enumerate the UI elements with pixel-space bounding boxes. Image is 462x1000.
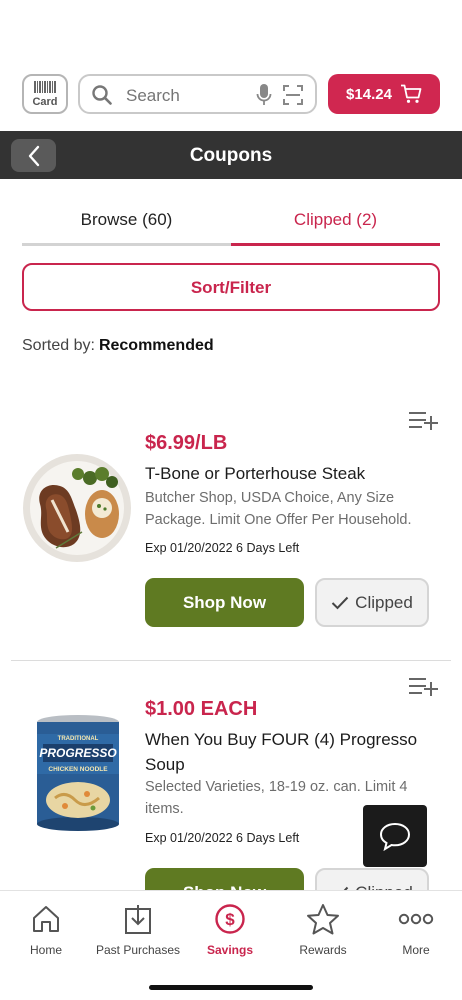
tab-clipped[interactable]: Clipped (2) [231, 200, 440, 246]
steak-image [23, 454, 131, 562]
search-bar[interactable] [78, 74, 317, 114]
sorted-by-label: Sorted by: [22, 337, 95, 354]
clipped-label: Clipped [355, 592, 413, 612]
shop-now-button[interactable]: Shop Now [145, 578, 304, 627]
cart-button[interactable]: $14.24 [328, 74, 440, 114]
add-to-list-icon[interactable] [408, 676, 438, 698]
microphone-icon[interactable] [256, 83, 272, 107]
home-icon [33, 906, 59, 932]
nav-label: More [402, 943, 430, 957]
scan-icon[interactable] [283, 85, 303, 105]
search-icon [92, 85, 112, 105]
coupon-expiry: Exp 01/20/2022 6 Days Left [145, 831, 300, 845]
cart-icon [400, 84, 422, 103]
nav-label: Rewards [299, 943, 347, 957]
star-icon [307, 904, 339, 935]
cart-total: $14.24 [346, 85, 392, 103]
coupon-expiry: Exp 01/20/2022 6 Days Left [145, 541, 300, 555]
nav-label: Past Purchases [95, 943, 181, 957]
sorted-by: Sorted by: Recommended [22, 337, 214, 355]
coupon-tabs: Browse (60) Clipped (2) [22, 200, 440, 246]
nav-label: Savings [206, 943, 254, 957]
nav-more[interactable]: More [370, 901, 462, 957]
card-label: Card [32, 95, 58, 108]
chat-button[interactable] [363, 805, 427, 867]
divider [11, 660, 451, 661]
coupon-price: $6.99/LB [145, 432, 228, 454]
can-label-brand: PROGRESSO [39, 746, 117, 760]
sort-filter-button[interactable]: Sort/Filter [22, 263, 440, 311]
can-label-flavor: CHICKEN NOODLE [48, 766, 108, 773]
tab-browse[interactable]: Browse (60) [22, 200, 231, 246]
search-input[interactable] [126, 86, 246, 106]
coupon-name[interactable]: T-Bone or Porterhouse Steak [145, 461, 435, 486]
nav-label: Home [29, 943, 62, 957]
add-to-list-icon[interactable] [408, 410, 438, 432]
soup-can-image: TRADITIONAL PROGRESSO CHICKEN NOODLE [35, 714, 121, 832]
checkmark-icon [331, 596, 349, 609]
card-button[interactable]: Card [22, 74, 68, 114]
chat-bubble-icon [379, 822, 411, 851]
home-indicator [149, 985, 313, 990]
coupon-price: $1.00 EACH [145, 698, 258, 720]
receipt-icon [125, 905, 151, 934]
coupon-name[interactable]: When You Buy FOUR (4) Progresso Soup [145, 727, 435, 777]
page-title: Coupons [189, 145, 273, 166]
barcode-icon [34, 80, 56, 93]
page-header: Coupons [0, 131, 462, 179]
nav-savings[interactable]: $ Savings [184, 901, 276, 957]
svg-text:$: $ [225, 910, 235, 929]
more-dots-icon [398, 913, 434, 925]
dollar-circle-icon: $ [215, 904, 245, 934]
coupon-description: Butcher Shop, USDA Choice, Any Size Pack… [145, 490, 412, 528]
nav-home[interactable]: Home [0, 901, 92, 957]
top-bar: Card $14.24 [0, 72, 462, 116]
bottom-nav: Home Past Purchases $ Savings Rewards Mo… [0, 890, 462, 1000]
nav-rewards[interactable]: Rewards [277, 901, 369, 957]
nav-past-purchases[interactable]: Past Purchases [92, 901, 184, 957]
sorted-by-value: Recommended [98, 337, 214, 354]
clipped-button[interactable]: Clipped [315, 578, 429, 627]
can-label-top: TRADITIONAL [57, 736, 99, 742]
